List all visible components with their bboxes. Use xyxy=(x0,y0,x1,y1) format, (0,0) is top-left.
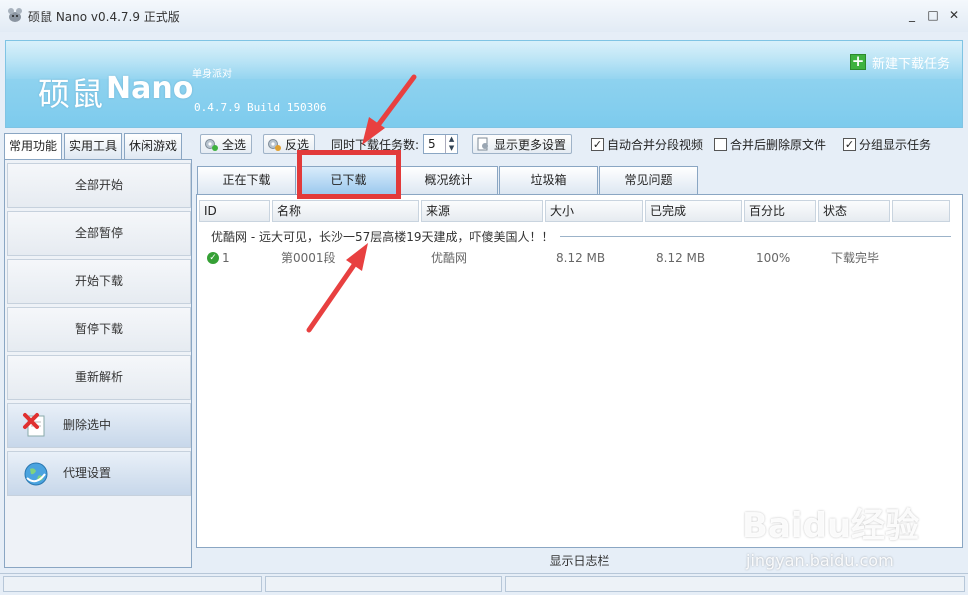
cell-name: 第0001段 xyxy=(281,251,336,265)
concurrent-value: 5 xyxy=(428,137,436,151)
pause-download-button[interactable]: 暂停下载 xyxy=(7,307,191,352)
group-title: 优酷网 - 远大可见，长沙一57层高楼19天建成，吓傻美国人！！ xyxy=(211,229,554,244)
group-divider xyxy=(559,235,951,237)
start-download-button[interactable]: 开始下载 xyxy=(7,259,191,304)
sidebar: 全部开始 全部暂停 开始下载 暂停下载 重新解析 删除选中 代理设置 xyxy=(4,159,192,568)
delete-after-merge-checkbox[interactable]: 合并后删除原文件 xyxy=(714,134,826,154)
tab-common[interactable]: 常用功能 xyxy=(4,133,63,159)
column-header-source[interactable]: 来源 xyxy=(421,200,543,222)
proxy-settings-label: 代理设置 xyxy=(63,466,112,480)
delete-selected-button[interactable]: 删除选中 xyxy=(7,403,191,448)
auto-merge-check-icon: ✓ xyxy=(591,137,604,151)
group-display-check-icon: ✓ xyxy=(843,137,856,151)
title-bar: 硕鼠 Nano v0.4.7.9 正式版 _ □ ✕ xyxy=(0,0,968,32)
tab-downloading[interactable]: 正在下载 xyxy=(197,166,296,194)
column-header-empty xyxy=(892,200,950,222)
logo-chinese: 硕鼠 xyxy=(38,75,105,113)
group-display-label: 分组显示任务 xyxy=(859,137,932,152)
tab-games[interactable]: 休闲游戏 xyxy=(124,133,183,159)
logo-english: Nano xyxy=(106,71,194,106)
watermark-url: jingyan.baidu.com xyxy=(746,551,894,570)
cell-id: 1 xyxy=(222,251,230,265)
cell-size: 8.12 MB xyxy=(556,251,606,265)
select-all-button[interactable]: 全选 xyxy=(200,134,253,154)
column-header-name[interactable]: 名称 xyxy=(272,200,419,222)
maximize-button[interactable]: □ xyxy=(924,6,942,24)
mouse-app-icon xyxy=(8,8,22,22)
column-header-percent[interactable]: 百分比 xyxy=(744,200,816,222)
cell-done: 8.12 MB xyxy=(656,251,706,265)
cell-percent: 100% xyxy=(756,251,791,265)
column-header-done[interactable]: 已完成 xyxy=(645,200,742,222)
delete-selected-label: 删除选中 xyxy=(63,418,112,432)
globe-icon xyxy=(24,462,48,486)
new-task-label: 新建下载任务 xyxy=(871,56,950,72)
minimize-button[interactable]: _ xyxy=(903,6,921,24)
close-button[interactable]: ✕ xyxy=(945,6,963,24)
auto-merge-label: 自动合并分段视频 xyxy=(607,137,704,152)
delete-doc-icon xyxy=(23,413,45,437)
status-bar xyxy=(0,573,968,595)
gear-add-icon xyxy=(205,139,218,151)
tab-tools[interactable]: 实用工具 xyxy=(64,133,123,159)
settings-doc-icon xyxy=(477,137,488,151)
tab-faq[interactable]: 常见问题 xyxy=(599,166,698,194)
more-settings-button[interactable]: 显示更多设置 xyxy=(472,134,573,154)
delete-after-merge-check-icon xyxy=(714,137,727,151)
stepper-arrows-icon[interactable]: ▲ ▼ xyxy=(445,135,457,153)
auto-merge-checkbox[interactable]: ✓ 自动合并分段视频 xyxy=(591,134,703,154)
status-segment-1 xyxy=(3,576,262,592)
gear-invert-icon xyxy=(268,139,281,151)
banner-tag: 单身派对 xyxy=(192,69,232,80)
table-header: ID 名称 来源 大小 已完成 百分比 状态 xyxy=(199,200,952,222)
banner: 硕鼠 Nano 单身派对 0.4.7.9 Build 150306 + 新建下载… xyxy=(5,40,963,128)
column-header-size[interactable]: 大小 xyxy=(545,200,643,222)
table-row[interactable]: ✓ 1 第0001段 优酷网 8.12 MB 8.12 MB 100% 下载完毕 xyxy=(197,249,957,267)
group-row[interactable]: 优酷网 - 远大可见，长沙一57层高楼19天建成，吓傻美国人！！ xyxy=(211,228,951,244)
group-display-checkbox[interactable]: ✓ 分组显示任务 xyxy=(843,134,931,154)
left-tab-bar: 常用功能 实用工具 休闲游戏 xyxy=(4,133,184,159)
start-all-button[interactable]: 全部开始 xyxy=(7,163,191,208)
column-header-id[interactable]: ID xyxy=(199,200,270,222)
delete-after-merge-label: 合并后删除原文件 xyxy=(730,137,827,152)
reparse-button[interactable]: 重新解析 xyxy=(7,355,191,400)
tab-trash[interactable]: 垃圾箱 xyxy=(499,166,598,194)
watermark-logo: Baidu经验 xyxy=(742,506,920,546)
column-header-status[interactable]: 状态 xyxy=(818,200,890,222)
window-title: 硕鼠 Nano v0.4.7.9 正式版 xyxy=(28,10,180,24)
status-segment-2 xyxy=(265,576,502,592)
concurrent-stepper[interactable]: 5 ▲ ▼ xyxy=(423,134,459,154)
more-settings-label: 显示更多设置 xyxy=(494,137,567,152)
status-segment-3 xyxy=(505,576,965,592)
cell-status: 下载完毕 xyxy=(831,251,880,265)
app-window: 硕鼠 Nano v0.4.7.9 正式版 _ □ ✕ 硕鼠 Nano 单身派对 … xyxy=(0,0,968,595)
build-version: 0.4.7.9 Build 150306 xyxy=(194,101,327,114)
select-all-label: 全选 xyxy=(222,137,247,152)
tab-highlight-box xyxy=(297,150,401,199)
check-circle-icon: ✓ xyxy=(207,252,219,264)
tab-statistics[interactable]: 概况统计 xyxy=(399,166,498,194)
pause-all-button[interactable]: 全部暂停 xyxy=(7,211,191,256)
cell-source: 优酷网 xyxy=(431,251,468,265)
task-list-panel: ID 名称 来源 大小 已完成 百分比 状态 优酷网 - 远大可见，长沙一57层… xyxy=(196,194,963,548)
new-task-button[interactable]: + 新建下载任务 xyxy=(849,52,950,72)
plus-icon: + xyxy=(849,52,866,70)
proxy-settings-button[interactable]: 代理设置 xyxy=(7,451,191,496)
